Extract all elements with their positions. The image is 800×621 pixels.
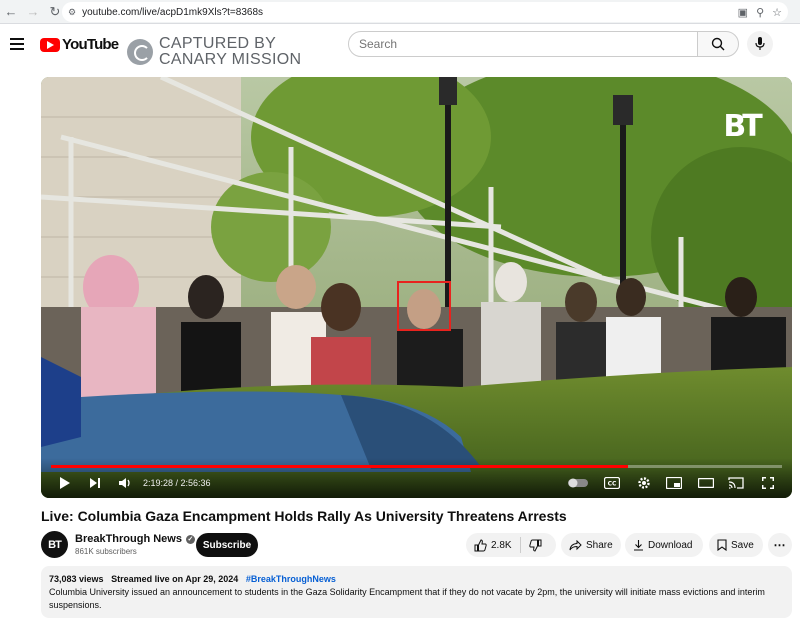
download-label: Download: [648, 539, 693, 551]
subscribe-button[interactable]: Subscribe: [196, 533, 258, 557]
theater-mode-button[interactable]: [697, 474, 715, 492]
fullscreen-icon: [762, 477, 774, 489]
address-bar[interactable]: ⚙ youtube.com/live/acpD1mk9Xls?t=8368s ▣…: [62, 2, 788, 22]
miniplayer-icon: [666, 477, 682, 489]
youtube-logo[interactable]: YouTube: [40, 36, 119, 53]
verified-check-icon: ✓: [185, 534, 195, 544]
miniplayer-button[interactable]: [665, 474, 683, 492]
canary-mission-watermark: CAPTURED BY CANARY MISSION: [127, 36, 301, 68]
video-title: Live: Columbia Gaza Encampment Holds Ral…: [41, 508, 567, 524]
progress-bar[interactable]: [51, 465, 782, 468]
youtube-header: YouTube CAPTURED BY CANARY MISSION: [0, 24, 800, 70]
stream-date: Streamed live on Apr 29, 2024: [111, 574, 239, 584]
volume-button[interactable]: [117, 474, 133, 492]
progress-played: [51, 465, 628, 468]
search-input[interactable]: [348, 31, 698, 57]
video-player[interactable]: BT 2:19:28 / 2:56:36 CC: [41, 77, 792, 498]
description-meta: 73,083 views Streamed live on Apr 29, 20…: [49, 574, 784, 584]
dislike-button[interactable]: [528, 539, 542, 552]
play-icon: [60, 477, 70, 489]
autoplay-toggle[interactable]: [567, 474, 589, 492]
cast-icon: [728, 477, 744, 489]
thumbs-up-icon: [474, 538, 487, 551]
autoplay-toggle-icon: [568, 478, 588, 488]
browser-toolbar: ← → ↻ ⚙ youtube.com/live/acpD1mk9Xls?t=8…: [0, 0, 800, 24]
svg-text:CC: CC: [608, 481, 617, 488]
channel-name[interactable]: BreakThrough News: [75, 533, 182, 545]
captions-button[interactable]: CC: [603, 474, 621, 492]
bookmark-star-icon[interactable]: ☆: [772, 6, 782, 19]
watermark-line2: CANARY MISSION: [159, 51, 302, 68]
like-divider: [519, 537, 521, 553]
like-count: 2.8K: [491, 539, 512, 551]
subscriber-count: 861K subscribers: [75, 547, 137, 556]
fullscreen-button[interactable]: [759, 474, 777, 492]
next-button[interactable]: [87, 474, 103, 492]
save-label: Save: [731, 539, 754, 551]
microphone-icon: [755, 37, 765, 50]
save-button[interactable]: Save: [709, 533, 763, 557]
volume-icon: [119, 478, 130, 488]
gear-icon: [638, 477, 650, 489]
time-display: 2:19:28 / 2:56:36: [143, 478, 211, 488]
bookmark-icon: [717, 539, 727, 551]
search-button[interactable]: [697, 31, 739, 57]
canary-mission-logo-icon: [127, 39, 153, 65]
highlight-box: [397, 281, 451, 331]
skip-next-icon: [90, 478, 100, 488]
youtube-wordmark: YouTube: [62, 36, 119, 53]
share-label: Share: [586, 539, 613, 551]
download-button[interactable]: Download: [625, 533, 703, 557]
share-arrow-icon: [569, 539, 582, 551]
share-button[interactable]: Share: [561, 533, 621, 557]
search-icon: [711, 37, 725, 51]
settings-button[interactable]: [635, 474, 653, 492]
breakthrough-badge: BT: [723, 108, 762, 144]
address-url: youtube.com/live/acpD1mk9Xls?t=8368s: [82, 6, 264, 18]
zoom-icon[interactable]: ⚲: [756, 6, 764, 19]
hamburger-menu-icon[interactable]: [10, 38, 24, 50]
channel-avatar[interactable]: BT: [41, 531, 68, 558]
cast-tab-icon[interactable]: ▣: [738, 6, 748, 19]
voice-search-button[interactable]: [747, 31, 773, 57]
like-button[interactable]: [474, 538, 487, 552]
cast-button[interactable]: [727, 474, 745, 492]
view-count: 73,083 views: [49, 574, 104, 584]
like-dislike-group: 2.8K: [466, 533, 556, 557]
closed-captions-icon: CC: [604, 477, 620, 489]
back-arrow-icon[interactable]: ←: [0, 1, 22, 23]
description-box[interactable]: 73,083 views Streamed live on Apr 29, 20…: [41, 566, 792, 618]
watermark-line1: CAPTURED BY: [159, 35, 277, 52]
forward-arrow-icon[interactable]: →: [22, 1, 44, 23]
youtube-play-icon: [40, 37, 60, 52]
channel-name-row[interactable]: BreakThrough News ✓: [75, 533, 195, 545]
site-settings-icon[interactable]: ⚙: [68, 7, 76, 18]
description-text: Columbia University issued an announceme…: [49, 587, 765, 610]
thumbs-down-icon: [528, 539, 542, 552]
download-icon: [633, 539, 644, 551]
play-button[interactable]: [57, 474, 73, 492]
more-actions-button[interactable]: ⋯: [768, 533, 792, 557]
more-horizontal-icon: ⋯: [773, 538, 787, 552]
theater-mode-icon: [698, 478, 714, 488]
hashtag-link[interactable]: #BreakThroughNews: [246, 574, 336, 584]
